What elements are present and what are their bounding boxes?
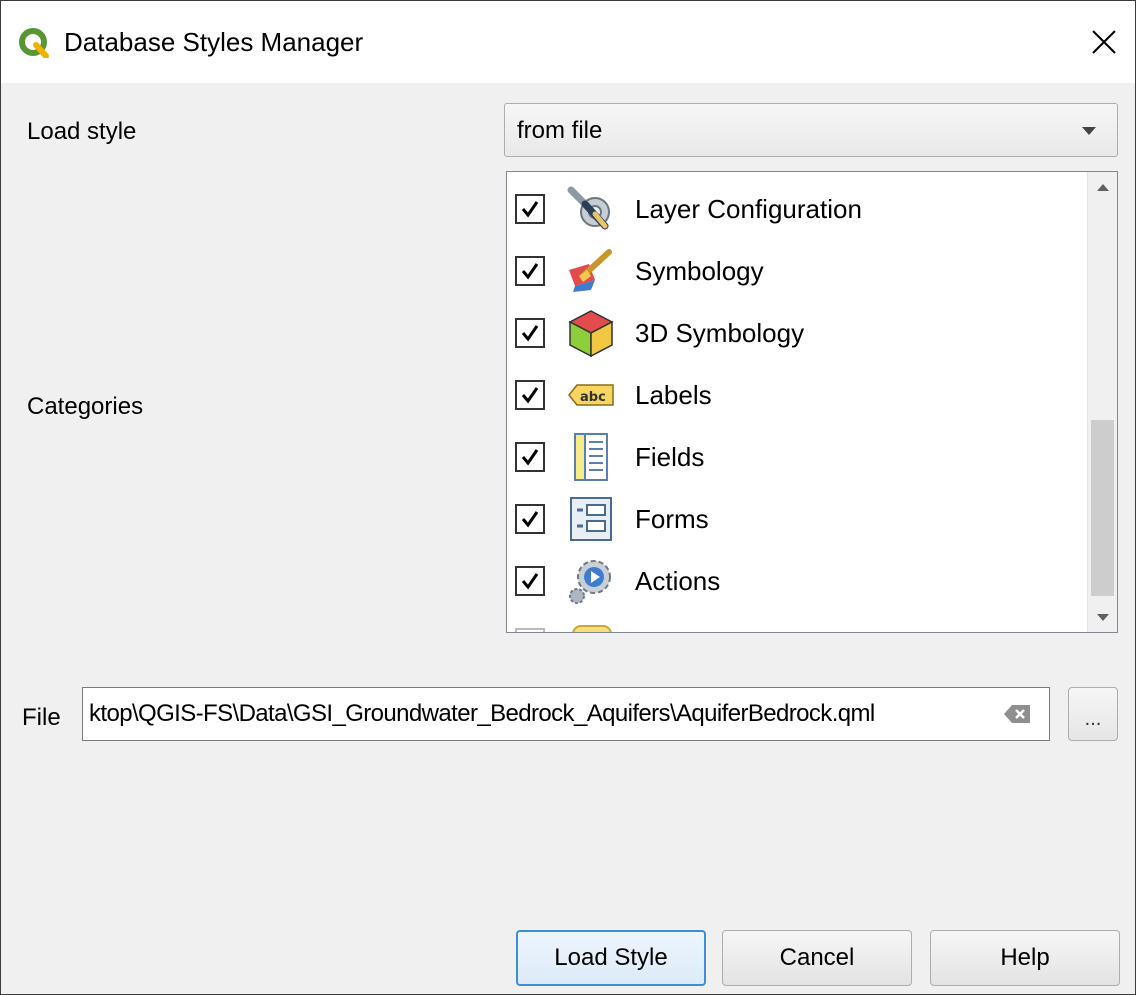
categories-list[interactable]: Layer Configuration Symbology 3D Symbolo… bbox=[506, 171, 1118, 633]
scroll-down-icon bbox=[1097, 613, 1109, 621]
category-label: Fields bbox=[635, 442, 705, 472]
category-label: Forms bbox=[635, 504, 709, 534]
actions-gear-icon bbox=[569, 560, 611, 604]
checkbox[interactable] bbox=[515, 380, 545, 410]
checkmark-icon bbox=[521, 511, 539, 528]
checkmark-icon bbox=[521, 201, 539, 218]
close-button[interactable] bbox=[1079, 17, 1129, 67]
load-style-selected: from file bbox=[517, 117, 603, 144]
scroll-thumb[interactable] bbox=[1091, 420, 1114, 596]
browse-button[interactable]: ... bbox=[1068, 687, 1118, 741]
svg-text:abc: abc bbox=[580, 390, 606, 405]
category-item-partial[interactable] bbox=[507, 612, 1087, 632]
category-label: Layer Configuration bbox=[635, 194, 862, 224]
category-item-labels[interactable]: abc Labels bbox=[507, 364, 1087, 426]
category-label: 3D Symbology bbox=[635, 318, 805, 348]
category-label: Actions bbox=[635, 566, 721, 596]
category-item-fields[interactable]: Fields bbox=[507, 426, 1087, 488]
scroll-down-button[interactable] bbox=[1088, 602, 1117, 632]
fields-table-icon bbox=[574, 433, 608, 481]
partial-icon bbox=[572, 625, 612, 632]
file-path-value: ktop\QGIS-FS\Data\GSI_Groundwater_Bedroc… bbox=[89, 700, 875, 727]
category-item-layer-configuration[interactable]: Layer Configuration bbox=[507, 178, 1087, 240]
close-icon bbox=[1092, 30, 1116, 54]
checkbox[interactable] bbox=[515, 194, 545, 224]
checkbox[interactable] bbox=[515, 628, 545, 632]
3d-cube-icon bbox=[568, 310, 614, 358]
checkbox[interactable] bbox=[515, 256, 545, 286]
scroll-up-icon bbox=[1097, 183, 1109, 191]
file-label: File bbox=[22, 704, 61, 731]
categories-scrollbar[interactable] bbox=[1087, 172, 1117, 632]
clear-icon[interactable] bbox=[1003, 704, 1031, 724]
dialog-window: Database Styles Manager Load style from … bbox=[0, 0, 1136, 995]
checkbox[interactable] bbox=[515, 566, 545, 596]
form-icon bbox=[570, 497, 612, 541]
checkmark-icon bbox=[521, 387, 539, 404]
category-item-actions[interactable]: Actions bbox=[507, 550, 1087, 612]
title-bar: Database Styles Manager bbox=[1, 1, 1135, 83]
category-item-symbology[interactable]: Symbology bbox=[507, 240, 1087, 302]
abc-label-icon: abc bbox=[568, 384, 614, 406]
cancel-button[interactable]: Cancel bbox=[722, 930, 912, 986]
checkbox[interactable] bbox=[515, 442, 545, 472]
checkbox[interactable] bbox=[515, 318, 545, 348]
load-style-label: Load style bbox=[27, 118, 137, 145]
scroll-up-button[interactable] bbox=[1088, 172, 1117, 202]
checkmark-icon bbox=[521, 325, 539, 342]
checkmark-icon bbox=[521, 573, 539, 590]
checkmark-icon bbox=[521, 449, 539, 466]
load-style-select[interactable]: from file bbox=[504, 103, 1118, 157]
category-item-forms[interactable]: Forms bbox=[507, 488, 1087, 550]
category-item-3d-symbology[interactable]: 3D Symbology bbox=[507, 302, 1087, 364]
chevron-down-icon bbox=[1082, 127, 1096, 135]
window-title: Database Styles Manager bbox=[64, 27, 364, 57]
category-label: Symbology bbox=[635, 256, 764, 286]
checkbox[interactable] bbox=[515, 504, 545, 534]
file-path-input[interactable]: ktop\QGIS-FS\Data\GSI_Groundwater_Bedroc… bbox=[82, 687, 1050, 741]
checkmark-icon bbox=[521, 263, 539, 280]
category-label: Labels bbox=[635, 380, 712, 410]
qgis-logo-icon bbox=[19, 28, 49, 58]
categories-label: Categories bbox=[27, 393, 144, 420]
help-button[interactable]: Help bbox=[930, 930, 1120, 986]
wrench-gear-icon bbox=[567, 186, 610, 230]
load-style-button[interactable]: Load Style bbox=[516, 930, 706, 986]
paintbrush-icon bbox=[569, 249, 612, 292]
